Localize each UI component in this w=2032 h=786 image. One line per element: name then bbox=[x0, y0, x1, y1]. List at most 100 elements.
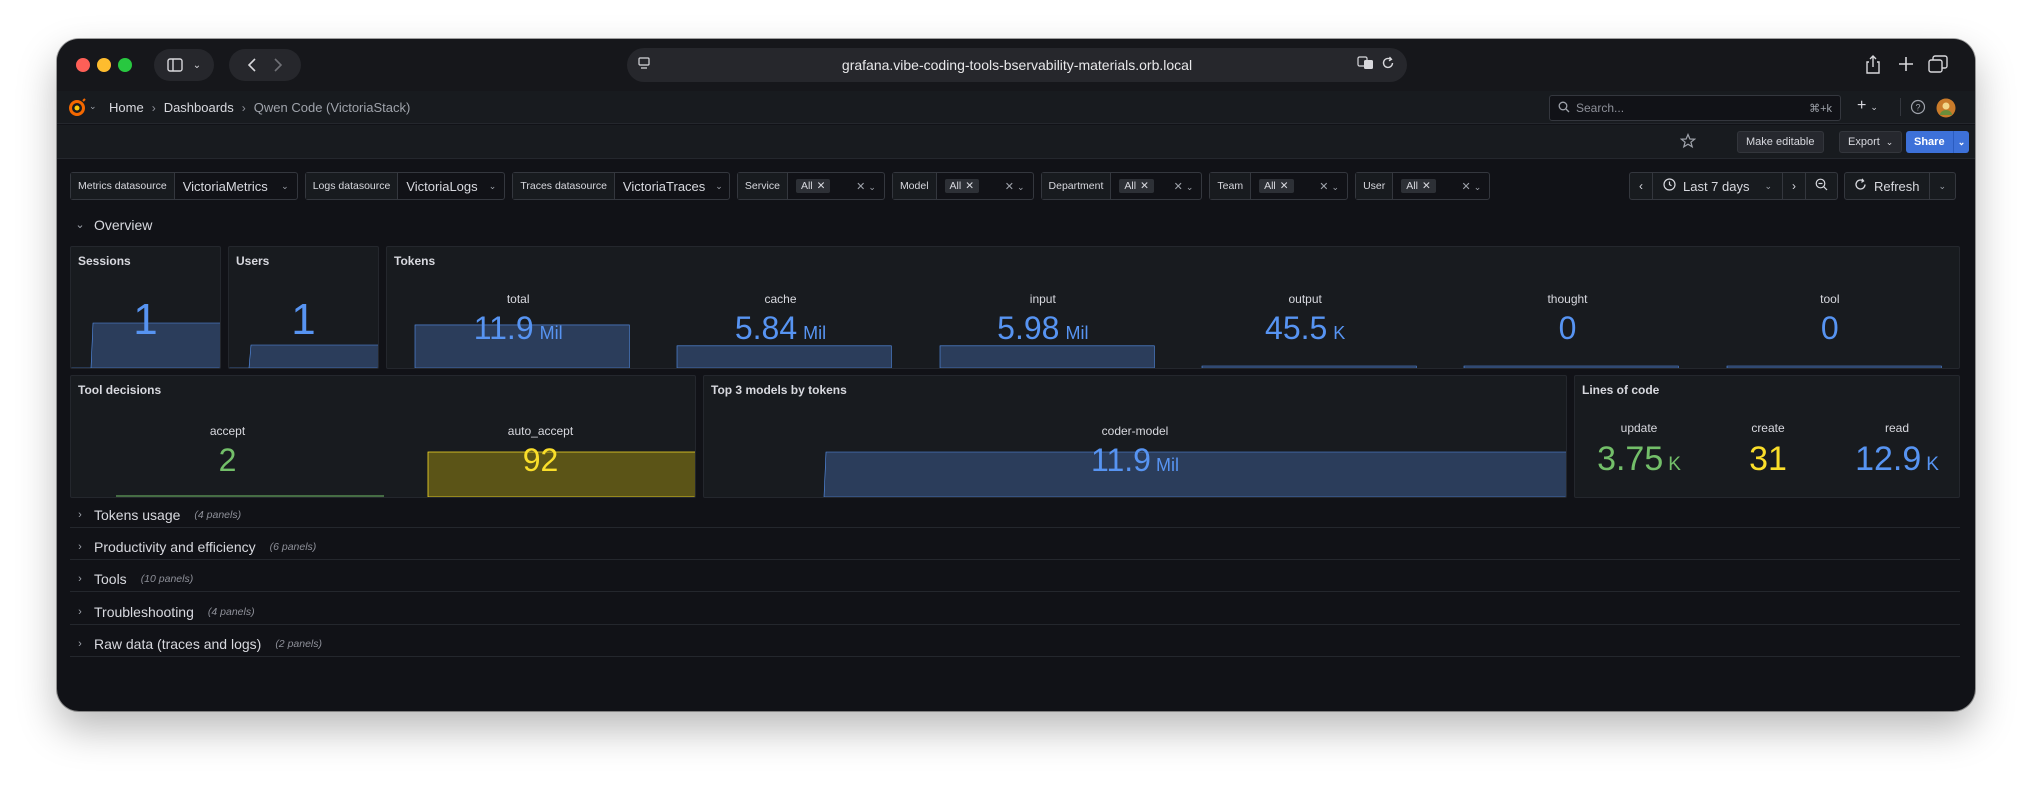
sparkline bbox=[1726, 365, 1942, 368]
chevron-down-icon: ⌄ bbox=[1764, 180, 1773, 191]
make-editable-button[interactable]: Make editable bbox=[1737, 131, 1824, 153]
zoom-out-button[interactable] bbox=[1806, 173, 1837, 199]
stat-unit: Mil bbox=[539, 323, 563, 343]
stat-value-wrap: 11.9 Mil bbox=[387, 310, 649, 347]
sidebar-toggle-button[interactable]: ⌄ bbox=[154, 49, 214, 81]
remove-chip-icon[interactable]: ✕ bbox=[817, 180, 826, 192]
breadcrumb-dashboards[interactable]: Dashboards bbox=[164, 100, 234, 115]
breadcrumb-home[interactable]: Home bbox=[109, 100, 144, 115]
clear-icon[interactable]: ✕ bbox=[1319, 181, 1328, 193]
translate-icon[interactable] bbox=[1357, 56, 1375, 73]
variable-value: VictoriaLogs bbox=[406, 178, 478, 194]
remove-chip-icon[interactable]: ✕ bbox=[965, 180, 974, 192]
stat-cache: cache 5.84 Mil bbox=[649, 247, 911, 368]
export-button[interactable]: Export ⌄ bbox=[1839, 131, 1903, 153]
search-input[interactable]: Search... ⌘+k bbox=[1549, 95, 1841, 121]
time-range-label: Last 7 days bbox=[1683, 178, 1750, 194]
variable-model[interactable]: Model All ✕ ✕ ⌄ bbox=[891, 172, 1034, 200]
new-tab-icon[interactable] bbox=[1897, 55, 1915, 78]
user-avatar[interactable] bbox=[1936, 98, 1956, 123]
share-page-icon[interactable] bbox=[1865, 55, 1881, 80]
refresh-button[interactable]: Refresh bbox=[1845, 173, 1930, 199]
stat-unit: Mil bbox=[1065, 323, 1089, 343]
variable-traces-datasource[interactable]: Traces datasource VictoriaTraces ⌄ bbox=[512, 172, 730, 200]
page-settings-icon[interactable] bbox=[637, 56, 651, 73]
chevron-down-icon: ⌄ bbox=[715, 180, 723, 191]
stat-value: 31 bbox=[1749, 440, 1787, 478]
refresh-interval-button[interactable]: ⌄ bbox=[1930, 173, 1956, 199]
remove-chip-icon[interactable]: ✕ bbox=[1422, 180, 1431, 192]
panel-tool-decisions[interactable]: Tool decisions accept 2 auto_accept 92 bbox=[70, 375, 696, 498]
variable-value: All bbox=[800, 180, 813, 192]
panel-tokens[interactable]: Tokens total 11.9 Mil cache 5.84 Mil input 5.98… bbox=[386, 246, 1960, 369]
row-troubleshooting[interactable]: › Troubleshooting (4 panels) bbox=[70, 600, 1960, 625]
share-button[interactable]: Share bbox=[1906, 131, 1953, 153]
reload-icon[interactable] bbox=[1381, 56, 1395, 73]
variable-value: All bbox=[1124, 180, 1137, 192]
close-window-button[interactable] bbox=[76, 58, 90, 72]
zoom-window-button[interactable] bbox=[118, 58, 132, 72]
row-raw-data[interactable]: › Raw data (traces and logs) (2 panels) bbox=[70, 632, 1960, 657]
sparkline-area bbox=[677, 345, 892, 368]
time-forward-button[interactable]: › bbox=[1783, 173, 1807, 199]
row-tokens-usage[interactable]: › Tokens usage (4 panels) bbox=[70, 503, 1960, 528]
sparkline-area bbox=[939, 345, 1155, 368]
stat-output: output 45.5 K bbox=[1174, 247, 1436, 368]
stat-name: tool bbox=[1820, 292, 1840, 306]
forward-icon[interactable] bbox=[274, 58, 282, 72]
clear-icon[interactable]: ✕ bbox=[1461, 181, 1470, 193]
variable-user[interactable]: User All ✕ ✕ ⌄ bbox=[1355, 172, 1491, 200]
variable-metrics-datasource[interactable]: Metrics datasource VictoriaMetrics ⌄ bbox=[70, 172, 298, 200]
variable-service[interactable]: Service All ✕ ✕ ⌄ bbox=[736, 172, 885, 200]
panel-users[interactable]: Users 1 bbox=[228, 246, 379, 369]
chevron-down-icon: ⌄ bbox=[1957, 136, 1966, 147]
variable-logs-datasource[interactable]: Logs datasource VictoriaLogs ⌄ bbox=[304, 172, 506, 200]
minimize-window-button[interactable] bbox=[97, 58, 111, 72]
stat-value: 11.9 bbox=[1091, 442, 1151, 478]
grafana-logo-icon[interactable] bbox=[67, 98, 87, 123]
variable-value: All bbox=[949, 180, 962, 192]
search-icon bbox=[1558, 101, 1570, 116]
row-productivity[interactable]: › Productivity and efficiency (6 panels) bbox=[70, 535, 1960, 560]
variable-department[interactable]: Department All ✕ ✕ ⌄ bbox=[1040, 172, 1203, 200]
tab-overview-icon[interactable] bbox=[1928, 55, 1948, 78]
sparkline bbox=[414, 324, 630, 368]
star-icon[interactable] bbox=[1679, 132, 1697, 154]
add-new-icon[interactable]: + ⌄ bbox=[1857, 97, 1878, 115]
clock-icon bbox=[1663, 178, 1676, 194]
clear-icon[interactable]: ✕ bbox=[856, 181, 865, 193]
panel-sessions[interactable]: Sessions 1 bbox=[70, 246, 221, 369]
stat-unit: K bbox=[1926, 454, 1939, 475]
browser-toolbar: ⌄ grafana.vibe-coding-tools-bservability… bbox=[57, 39, 1975, 91]
time-back-button[interactable]: ‹ bbox=[1630, 173, 1653, 199]
row-tools[interactable]: › Tools (10 panels) bbox=[70, 567, 1960, 592]
search-shortcut: ⌘+k bbox=[1809, 102, 1832, 115]
help-icon[interactable]: ? bbox=[1910, 99, 1926, 120]
search-placeholder: Search... bbox=[1576, 101, 1625, 115]
breadcrumb-current-dashboard: Qwen Code (VictoriaStack) bbox=[253, 100, 411, 115]
sidebar-icon bbox=[167, 58, 183, 72]
chevron-down-icon: ⌄ bbox=[1870, 102, 1878, 112]
variable-team[interactable]: Team All ✕ ✕ ⌄ bbox=[1209, 172, 1349, 200]
chevron-down-icon[interactable]: ⌄ bbox=[89, 101, 97, 112]
address-bar[interactable]: grafana.vibe-coding-tools-bservability-m… bbox=[627, 48, 1407, 82]
history-nav bbox=[229, 49, 301, 81]
back-icon[interactable] bbox=[248, 58, 256, 72]
row-title: Tokens usage bbox=[94, 507, 181, 523]
variable-chip: All ✕ bbox=[1401, 179, 1436, 193]
row-overview[interactable]: ⌄ Overview bbox=[70, 212, 1960, 237]
remove-chip-icon[interactable]: ✕ bbox=[1140, 180, 1149, 192]
remove-chip-icon[interactable]: ✕ bbox=[1280, 180, 1289, 192]
panel-lines-of-code[interactable]: Lines of code update 3.75 K create 31 rea… bbox=[1574, 375, 1960, 498]
sparkline bbox=[1464, 365, 1679, 368]
clear-icon[interactable]: ✕ bbox=[1174, 181, 1183, 193]
row-panel-count: (4 panels) bbox=[194, 509, 242, 521]
clear-icon[interactable]: ✕ bbox=[1005, 181, 1014, 193]
divider bbox=[1900, 98, 1901, 116]
panel-top-models[interactable]: Top 3 models by tokens coder-model 11.9 M… bbox=[703, 375, 1567, 498]
time-range-button[interactable]: Last 7 days ⌄ bbox=[1653, 173, 1784, 199]
share-menu-button[interactable]: ⌄ bbox=[1953, 131, 1969, 153]
refresh-label: Refresh bbox=[1874, 178, 1920, 194]
variable-label: Logs datasource bbox=[305, 173, 399, 199]
stat-value: 1 bbox=[133, 295, 158, 344]
